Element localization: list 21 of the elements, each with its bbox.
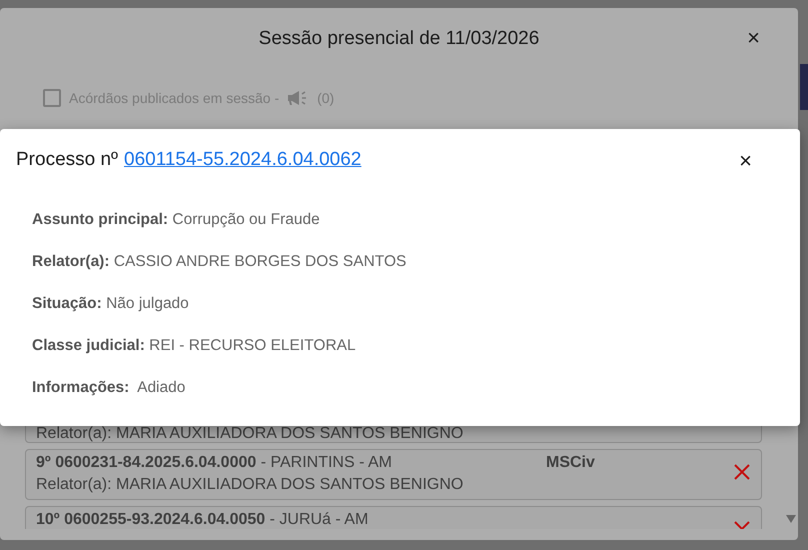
- card-heading: 9º 0600231-84.2025.6.04.0000 - PARINTINS - AM: [36, 454, 393, 472]
- detail-field: Relator(a): CASSIO ANDRE BORGES DOS SANTOS: [32, 251, 800, 272]
- backdrop-banner: [800, 64, 808, 110]
- detail-field: Informações: Adiado: [32, 377, 800, 398]
- detail-field: Situação: Não julgado: [32, 293, 800, 314]
- process-card[interactable]: 10º 0600255-93.2024.6.04.0050 - JURUá - AM: [25, 506, 762, 529]
- card-relator: Relator(a): MARIA AUXILIADORA DOS SANTOS BENIGNO: [36, 476, 464, 494]
- scroll-down-icon[interactable]: [786, 515, 796, 523]
- card-heading: 10º 0600255-93.2024.6.04.0050 - JURUá - AM: [36, 511, 370, 529]
- remove-icon[interactable]: [734, 464, 750, 480]
- checkbox[interactable]: [43, 89, 61, 107]
- dialog-title: Sessão presencial de 11/03/2026: [258, 28, 540, 50]
- detail-field: Assunto principal: Corrupção ou Fraude: [32, 209, 800, 230]
- process-link[interactable]: 0601154-55.2024.6.04.0062: [124, 149, 362, 171]
- card-relator: Relator(a): MARIA AUXILIADORA DOS SANTOS BENIGNO: [36, 426, 464, 442]
- close-button[interactable]: ×: [735, 150, 756, 172]
- class-code: MSCiv: [546, 454, 596, 472]
- process-card[interactable]: 9º 0600231-84.2025.6.04.0000 - PARINTINS - AM Relator(a): MARIA AUXILIADORA DOS SANTOS BENIGNO MSCiv: [25, 449, 762, 500]
- detail-field: Classe judicial: REI - RECURSO ELEITORAL: [32, 335, 800, 356]
- close-button[interactable]: ×: [743, 27, 764, 49]
- dialog-title: Processo nº: [16, 149, 118, 171]
